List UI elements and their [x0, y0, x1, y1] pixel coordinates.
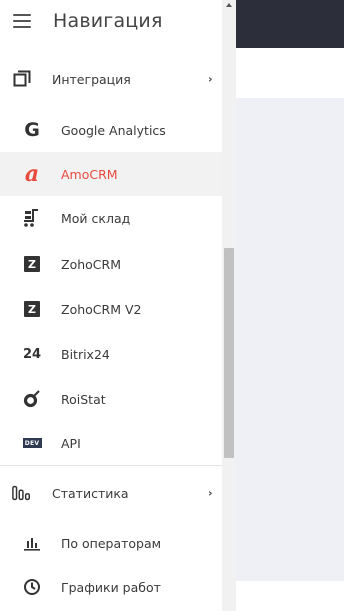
- roistat-icon: [22, 389, 42, 409]
- bar-chart-icon: [22, 533, 42, 553]
- nav-item-api[interactable]: DEV API: [0, 421, 222, 465]
- zoho-z-icon: Z: [22, 299, 42, 319]
- clock-icon: [22, 577, 42, 597]
- warehouse-cart-icon: [22, 208, 42, 228]
- bitrix24-icon: 24: [22, 346, 42, 362]
- footer-background: [236, 581, 344, 611]
- nav-item-label: Мой склад: [61, 210, 131, 226]
- scrollbar-thumb[interactable]: [224, 248, 234, 458]
- nav-item-label: API: [61, 435, 81, 451]
- statistics-bars-icon: [12, 483, 32, 503]
- nav-item-label: RoiStat: [61, 391, 106, 407]
- nav-item-label: По операторам: [61, 535, 162, 551]
- nav-item-label: Bitrix24: [61, 346, 110, 362]
- nav-item-bitrix24[interactable]: 24 Bitrix24: [0, 332, 222, 376]
- hamburger-menu-icon[interactable]: [13, 14, 31, 28]
- nav-section-label: Статистика: [52, 485, 129, 501]
- drawer-header: Навигация: [0, 0, 222, 46]
- topbar-background: [236, 0, 344, 48]
- navigation-drawer: Навигация Интеграция › G Google Analytic…: [0, 0, 222, 611]
- drawer-scrollbar[interactable]: [222, 0, 236, 611]
- amocrm-a-icon: a: [24, 161, 40, 187]
- nav-section-statistics[interactable]: Статистика ›: [0, 471, 222, 515]
- copy-stack-icon: [12, 69, 32, 89]
- zoho-z-icon: Z: [22, 254, 42, 274]
- nav-item-amocrm[interactable]: a AmoCRM: [0, 152, 222, 196]
- nav-item-roistat[interactable]: RoiStat: [0, 377, 222, 421]
- nav-item-label: Графики работ: [61, 579, 161, 595]
- chevron-right-icon: ›: [208, 486, 213, 500]
- nav-item-work-schedules[interactable]: Графики работ: [0, 565, 222, 609]
- nav-item-label: ZohoCRM: [61, 256, 121, 272]
- nav-item-label: Google Analytics: [61, 122, 166, 138]
- section-divider: [0, 465, 222, 466]
- subheader-background: [236, 48, 344, 98]
- dev-badge-icon: DEV: [22, 433, 42, 453]
- nav-item-zohocrm[interactable]: Z ZohoCRM: [0, 242, 222, 286]
- nav-item-google-analytics[interactable]: G Google Analytics: [0, 108, 222, 152]
- nav-section-label: Интеграция: [52, 71, 131, 87]
- nav-item-label: AmoCRM: [61, 166, 118, 182]
- content-background: [236, 98, 344, 581]
- chevron-right-icon: ›: [208, 72, 213, 86]
- nav-section-integration[interactable]: Интеграция ›: [0, 57, 222, 101]
- google-g-icon: G: [24, 119, 40, 141]
- scroll-up-arrow-icon[interactable]: [222, 0, 236, 12]
- nav-item-zohocrm-v2[interactable]: Z ZohoCRM V2: [0, 287, 222, 331]
- nav-item-by-operators[interactable]: По операторам: [0, 521, 222, 565]
- drawer-title: Навигация: [53, 10, 163, 32]
- nav-item-label: ZohoCRM V2: [61, 301, 142, 317]
- nav-item-moy-sklad[interactable]: Мой склад: [0, 196, 222, 240]
